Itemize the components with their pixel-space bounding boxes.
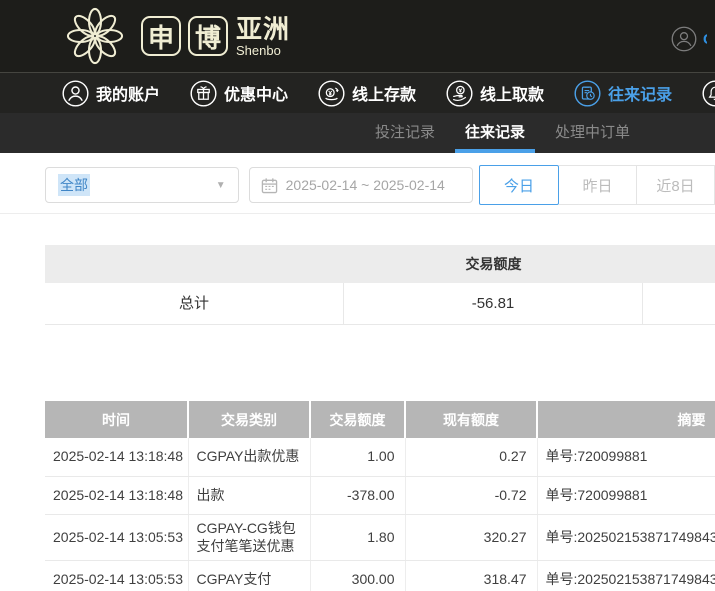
cell-note: 单号:720099881 <box>537 438 715 476</box>
cell-balance: -0.72 <box>405 476 537 514</box>
nav-item-my-account[interactable]: 我的账户 <box>62 80 160 107</box>
cell-type: CGPAY支付 <box>188 561 310 591</box>
today-button[interactable]: 今日 <box>479 165 559 205</box>
yesterday-button[interactable]: 昨日 <box>559 165 637 205</box>
summary-empty-cell <box>643 283 715 325</box>
filter-row: 全部 ▼ 2025-02-14 ~ 2025-02-14 今日 昨日 近8日 <box>45 165 715 205</box>
nav-item-transaction-records[interactable]: 往来记录 <box>574 80 672 107</box>
summary-total-value: -56.81 <box>344 283 643 325</box>
logo-char-shen: 申 <box>141 16 181 56</box>
cell-amount: -378.00 <box>310 476 405 514</box>
transactions-table: 时间 交易类别 交易额度 现有额度 摘要 2025-02-14 13:18:48… <box>45 401 715 591</box>
calendar-icon <box>261 177 278 194</box>
user-icon <box>62 80 89 107</box>
summary-header-amount: 交易额度 <box>344 254 643 274</box>
cell-amount: 1.00 <box>310 438 405 476</box>
records-icon <box>574 80 601 107</box>
logo-region: 亚洲 Shenbo <box>236 16 290 57</box>
table-row: 2025-02-14 13:05:53 CGPAY支付 300.00 318.4… <box>45 561 715 591</box>
col-header-note: 摘要 <box>537 401 715 438</box>
table-row: 2025-02-14 13:18:48 CGPAY出款优惠 1.00 0.27 … <box>45 438 715 476</box>
col-header-time: 时间 <box>45 401 188 438</box>
summary-table: 交易额度 总计 -56.81 <box>45 245 715 325</box>
date-range-picker[interactable]: 2025-02-14 ~ 2025-02-14 <box>249 167 473 203</box>
last-8-days-button[interactable]: 近8日 <box>637 165 715 205</box>
nav-item-promotions[interactable]: 优惠中心 <box>190 80 288 107</box>
cell-balance: 318.47 <box>405 561 537 591</box>
cell-time: 2025-02-14 13:05:53 <box>45 561 188 591</box>
nav-label: 线上存款 <box>352 81 416 105</box>
page: 申 博 亚洲 Shenbo C 我的账户 <box>0 0 715 591</box>
username-fragment[interactable]: C <box>703 31 707 48</box>
deposit-icon <box>318 80 345 107</box>
sub-nav: 投注记录 往来记录 处理中订单 <box>0 113 715 153</box>
col-header-balance: 现有额度 <box>405 401 537 438</box>
logo-char-bo: 博 <box>188 16 228 56</box>
col-header-amount: 交易额度 <box>310 401 405 438</box>
cell-time: 2025-02-14 13:18:48 <box>45 476 188 514</box>
cell-balance: 0.27 <box>405 438 537 476</box>
cell-type: CGPAY出款优惠 <box>188 438 310 476</box>
brand-logo[interactable]: 申 博 亚洲 Shenbo <box>66 7 290 65</box>
table-row: 2025-02-14 13:18:48 出款 -378.00 -0.72 单号:… <box>45 476 715 514</box>
type-dropdown-value: 全部 <box>58 174 90 196</box>
nav-item-notifications[interactable] <box>702 80 715 107</box>
top-header: 申 博 亚洲 Shenbo C <box>0 0 715 72</box>
tab-transaction-records[interactable]: 往来记录 <box>455 113 535 153</box>
gift-icon <box>190 80 217 107</box>
type-dropdown[interactable]: 全部 ▼ <box>45 167 239 203</box>
date-range-value: 2025-02-14 ~ 2025-02-14 <box>286 177 445 193</box>
cell-note: 单号:202502153871749843 <box>537 514 715 561</box>
cell-amount: 1.80 <box>310 514 405 561</box>
filter-separator <box>0 213 715 214</box>
header-user-area: C <box>671 26 707 52</box>
summary-total-label: 总计 <box>45 283 344 325</box>
nav-label: 我的账户 <box>96 81 160 105</box>
table-row: 2025-02-14 13:05:53 CGPAY-CG钱包支付笔笔送优惠 1.… <box>45 514 715 561</box>
summary-header-row: 交易额度 <box>45 245 715 283</box>
col-header-type: 交易类别 <box>188 401 310 438</box>
main-nav: 我的账户 优惠中心 线上存款 <box>0 72 715 113</box>
tab-pending-orders[interactable]: 处理中订单 <box>545 113 640 153</box>
lotus-flower-icon <box>66 7 124 65</box>
cell-type: CGPAY-CG钱包支付笔笔送优惠 <box>188 514 310 561</box>
cell-amount: 300.00 <box>310 561 405 591</box>
nav-item-online-withdraw[interactable]: 线上取款 <box>446 80 544 107</box>
transactions-header-row: 时间 交易类别 交易额度 现有额度 摘要 <box>45 401 715 438</box>
cell-note: 单号:202502153871749843 <box>537 561 715 591</box>
nav-label: 线上取款 <box>480 81 544 105</box>
chevron-down-icon: ▼ <box>216 180 226 191</box>
tab-bet-records[interactable]: 投注记录 <box>365 113 445 153</box>
cell-time: 2025-02-14 13:18:48 <box>45 438 188 476</box>
quick-date-buttons: 今日 昨日 近8日 <box>479 165 715 205</box>
withdraw-icon <box>446 80 473 107</box>
logo-region-text: 亚洲 <box>236 16 290 42</box>
account-avatar-icon[interactable] <box>671 26 697 52</box>
nav-label: 优惠中心 <box>224 81 288 105</box>
summary-total-row: 总计 -56.81 <box>45 283 715 325</box>
cell-balance: 320.27 <box>405 514 537 561</box>
bell-icon <box>702 80 715 107</box>
logo-subtitle: Shenbo <box>236 44 290 57</box>
cell-note: 单号:720099881 <box>537 476 715 514</box>
cell-type: 出款 <box>188 476 310 514</box>
cell-time: 2025-02-14 13:05:53 <box>45 514 188 561</box>
nav-item-online-deposit[interactable]: 线上存款 <box>318 80 416 107</box>
nav-label: 往来记录 <box>608 81 672 105</box>
